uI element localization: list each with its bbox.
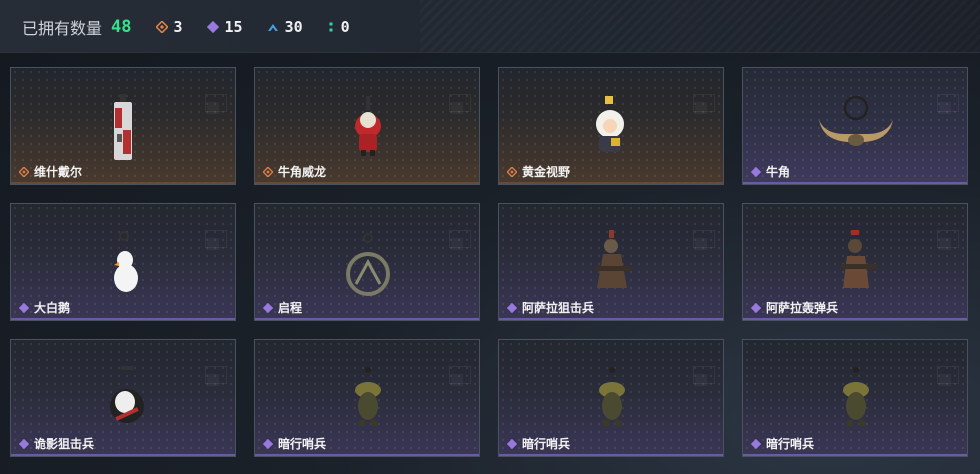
owned-label: 已拥有数量: [22, 19, 103, 38]
item-name: 暗行哨兵: [522, 437, 571, 451]
stat-orange-count: 3: [173, 18, 183, 36]
camo-creature-charm: [843, 367, 869, 426]
figure-white-hair-charm: [596, 96, 624, 152]
item-name: 牛角威龙: [278, 165, 327, 179]
purple-diamond-icon: [751, 302, 761, 313]
blue-chevron-icon: [267, 24, 278, 31]
soldier-figure: [595, 230, 631, 288]
purple-diamond-icon: [263, 438, 273, 449]
item-name: 暗行哨兵: [766, 437, 815, 451]
purple-diamond-icon: [507, 438, 517, 449]
item-card[interactable]: 暗行哨兵: [254, 339, 480, 457]
green-dots-icon: [329, 22, 333, 32]
item-card[interactable]: 黄金视野: [498, 67, 724, 185]
white-goose-charm: [114, 231, 138, 292]
item-card[interactable]: 维什戴尔: [10, 67, 236, 185]
camo-creature-charm: [355, 367, 381, 426]
item-card[interactable]: 启程: [254, 203, 480, 321]
figure-red-white-charm: [114, 94, 132, 160]
figure-red-knight-charm: [355, 96, 381, 156]
stat-purple: 15: [206, 18, 243, 36]
header-pattern: [420, 0, 980, 52]
orange-diamond-icon: [263, 166, 273, 177]
white-mask-figure: [110, 366, 144, 423]
soldier-figure: [841, 230, 877, 288]
purple-diamond-icon: [19, 438, 29, 449]
stat-green-count: 0: [340, 18, 350, 36]
item-card[interactable]: 诡影狙击兵: [10, 339, 236, 457]
item-name: 阿萨拉狙击兵: [522, 301, 595, 315]
owned-summary: 已拥有数量 48 3 15 30 0: [22, 15, 350, 39]
item-card[interactable]: 大白鹅: [10, 203, 236, 321]
purple-diamond-icon: [751, 166, 761, 177]
stat-blue: 30: [267, 18, 303, 36]
purple-diamond-icon: [507, 302, 517, 313]
collection-header: 已拥有数量 48 3 15 30 0: [0, 0, 980, 53]
item-card[interactable]: 暗行哨兵: [742, 339, 968, 457]
item-name: 阿萨拉轰弹兵: [766, 301, 839, 315]
purple-diamond-icon: [19, 302, 29, 313]
item-card[interactable]: 牛角: [742, 67, 968, 185]
item-name: 暗行哨兵: [278, 437, 327, 451]
stat-blue-count: 30: [284, 18, 303, 36]
item-name: 牛角: [766, 165, 791, 179]
item-name: 启程: [278, 301, 303, 315]
item-card[interactable]: 牛角威龙: [254, 67, 480, 185]
camo-creature-charm: [599, 367, 625, 426]
stat-purple-count: 15: [224, 18, 243, 36]
purple-diamond-icon: [263, 302, 273, 313]
item-name: 大白鹅: [34, 301, 71, 315]
purple-diamond-icon: [751, 438, 761, 449]
horn-necklace: [819, 95, 893, 146]
item-card[interactable]: 暗行哨兵: [498, 339, 724, 457]
item-card[interactable]: 阿萨拉狙击兵: [498, 203, 724, 321]
item-name: 维什戴尔: [34, 165, 83, 179]
item-name: 黄金视野: [522, 165, 571, 179]
stat-green: 0: [327, 18, 350, 36]
purple-diamond-icon: [206, 21, 219, 33]
orange-diamond-icon: [19, 166, 29, 177]
owned-count: 48: [111, 17, 132, 37]
stat-orange: 3: [155, 18, 183, 36]
item-card[interactable]: 阿萨拉轰弹兵: [742, 203, 968, 321]
ring-pendant: [346, 233, 390, 296]
orange-diamond-icon: [155, 21, 168, 33]
item-name: 诡影狙击兵: [34, 437, 95, 451]
orange-diamond-icon: [507, 166, 517, 177]
